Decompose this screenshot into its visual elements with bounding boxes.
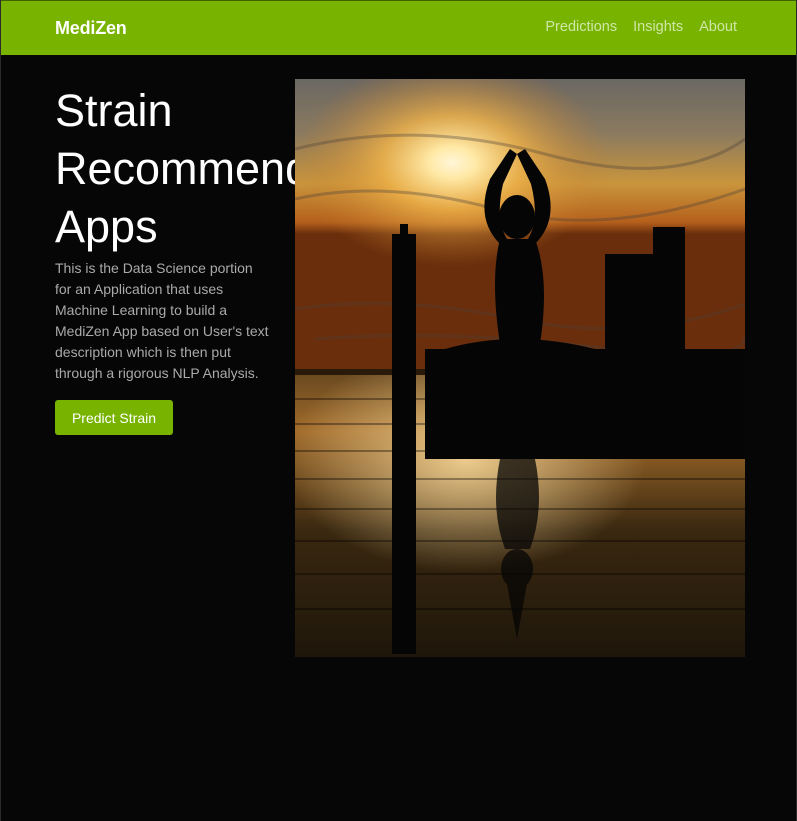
predict-strain-button[interactable]: Predict Strain	[55, 400, 173, 435]
nav-link-insights[interactable]: Insights	[633, 19, 683, 35]
top-navbar: MediZen Predictions Insights About	[1, 0, 796, 55]
hero-description: This is the Data Science portion for an …	[55, 260, 269, 381]
nav-link-about[interactable]: About	[699, 19, 737, 35]
brand-logo-link[interactable]: MediZen	[55, 18, 127, 39]
hero-image-yoga-sunset	[295, 79, 745, 657]
page: MediZen Predictions Insights About Strai…	[0, 0, 797, 821]
nav-link-predictions[interactable]: Predictions	[545, 19, 617, 35]
nav-links: Predictions Insights About	[545, 19, 737, 35]
